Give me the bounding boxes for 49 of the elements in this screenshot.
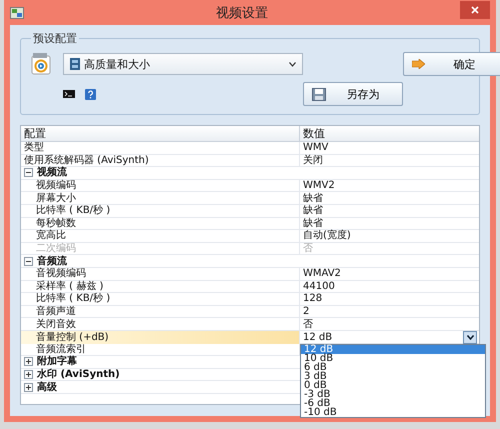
window-title: 视频设置: [215, 4, 269, 22]
property-value: 44100: [303, 280, 335, 292]
property-name: 关闭音效: [36, 318, 76, 330]
save-as-button[interactable]: 另存为: [303, 82, 403, 106]
property-name: 类型: [24, 142, 44, 154]
property-name: 比特率 ( KB/秒 ): [36, 205, 110, 216]
dropdown-option[interactable]: 10 dB: [301, 354, 485, 363]
dropdown-option[interactable]: 0 dB: [301, 380, 485, 390]
group-label: 附加字幕: [37, 356, 77, 368]
confirm-button[interactable]: 确定: [403, 52, 500, 76]
dropdown-option[interactable]: -3 dB: [301, 390, 485, 399]
property-value: 2: [303, 306, 310, 318]
property-name: 使用系统解码器 (AviSynth): [24, 154, 149, 166]
property-value: 否: [303, 318, 313, 330]
group-label: 水印 (AviSynth): [37, 368, 120, 380]
group-label: 视频流: [37, 167, 67, 178]
property-name: 比特率 ( KB/秒 ): [36, 293, 110, 304]
property-value: WMV2: [303, 180, 335, 192]
group-title: 预设配置: [32, 31, 78, 46]
property-name: 音量控制 (+dB): [36, 332, 109, 343]
property-name: 采样率 ( 赫兹 ): [36, 280, 104, 292]
property-value: 缺省: [303, 192, 323, 204]
column-header[interactable]: 配置: [21, 126, 299, 141]
dropdown-option[interactable]: -10 dB: [301, 408, 485, 417]
property-value: WMV: [303, 142, 328, 154]
property-name: 二次编码: [36, 243, 76, 254]
property-value: 128: [303, 293, 322, 304]
column-header[interactable]: 数值: [299, 126, 479, 141]
group-label: 音频流: [37, 256, 67, 267]
dropdown-option[interactable]: 6 dB: [301, 362, 485, 372]
property-value: 缺省: [303, 218, 323, 229]
property-value: 12 dB: [303, 332, 332, 343]
property-value: 缺省: [303, 205, 323, 216]
property-name: 音频声道: [36, 306, 76, 318]
property-name: 每秒帧数: [36, 218, 76, 229]
dropdown-option[interactable]: 3 dB: [301, 372, 485, 381]
dropdown-option[interactable]: 12 dB: [301, 344, 485, 354]
dropdown-option[interactable]: -6 dB: [301, 398, 485, 408]
property-value: 否: [303, 243, 313, 254]
property-name: 屏幕大小: [36, 192, 76, 204]
profile-dropdown[interactable]: 高质量和大小: [63, 53, 303, 75]
property-name: 宽高比: [36, 230, 66, 242]
property-name: 音频流索引: [36, 344, 86, 355]
property-name: 视频编码: [36, 180, 76, 192]
property-name: 音视频编码: [36, 268, 86, 280]
property-value: WMAV2: [303, 268, 341, 280]
property-value: 自动(宽度): [303, 230, 351, 242]
property-value: 关闭: [303, 154, 323, 166]
group-label: 高级: [37, 382, 57, 393]
